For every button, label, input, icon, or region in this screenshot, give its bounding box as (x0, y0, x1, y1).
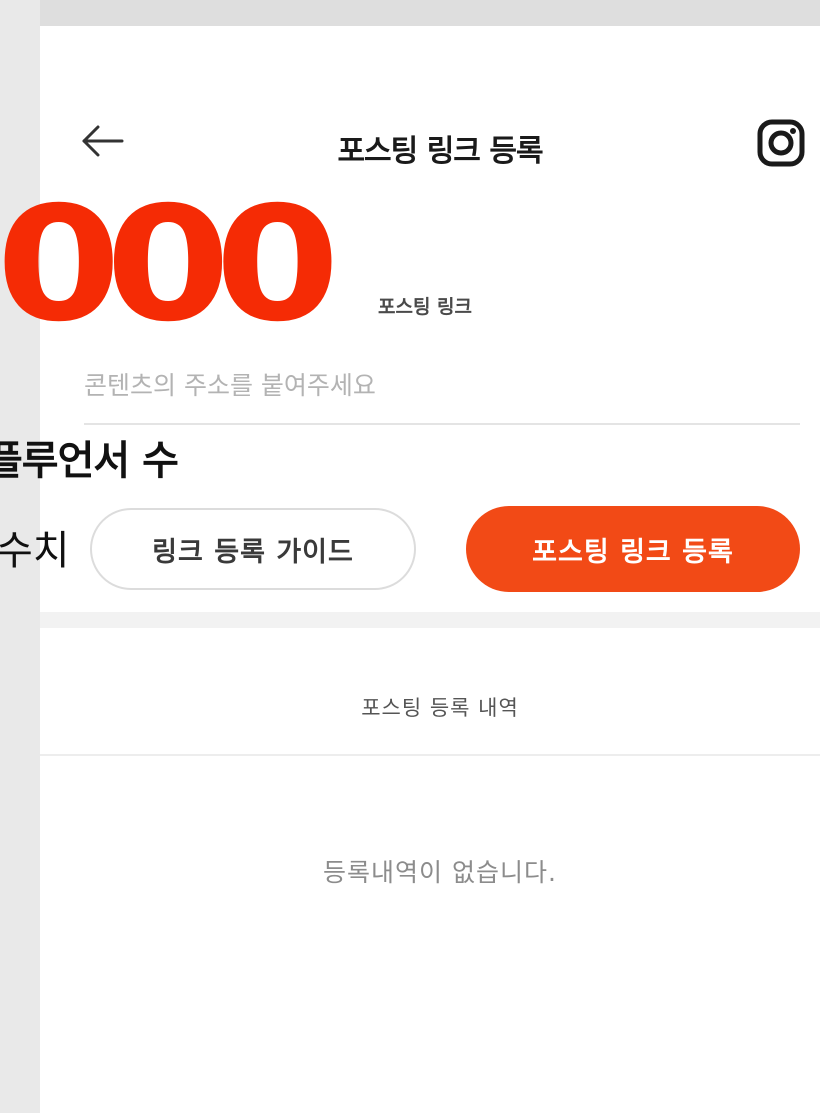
empty-history-message: 등록내역이 없습니다. (323, 858, 557, 887)
link-guide-button[interactable]: 링크 등록 가이드 (90, 508, 416, 590)
section-divider (40, 612, 820, 628)
input-underline (84, 423, 800, 425)
overlay-value-label: 수치 (0, 528, 70, 574)
overlay-influencer-count-label: 플루언서 수 (0, 438, 179, 484)
posting-link-label: 포스팅 링크 (378, 296, 473, 318)
background-top-strip (0, 0, 820, 26)
instagram-icon (757, 119, 805, 167)
history-section-title: 포스팅 등록 내역 (361, 696, 519, 720)
history-divider (40, 754, 820, 756)
posting-link-input[interactable] (84, 360, 800, 410)
instagram-button[interactable] (754, 116, 808, 170)
register-link-button[interactable]: 포스팅 링크 등록 (466, 506, 800, 592)
page-title: 포스팅 링크 등록 (337, 134, 543, 169)
overlay-count-text: 000 (0, 173, 340, 357)
